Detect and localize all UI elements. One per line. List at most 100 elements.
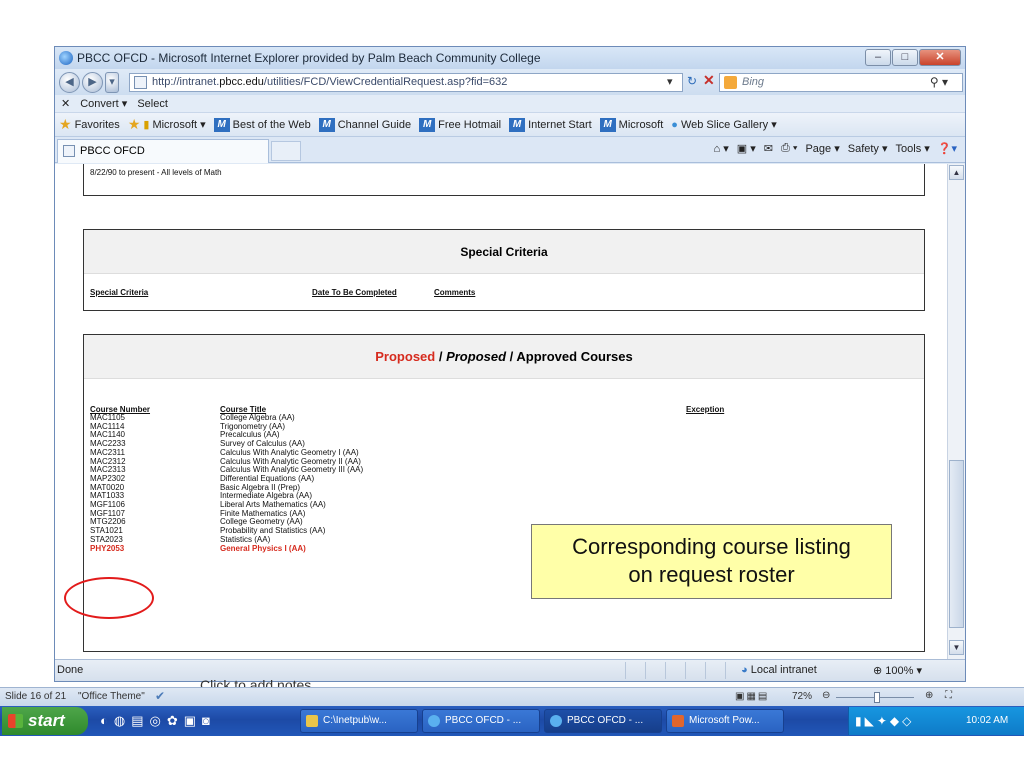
search-icon[interactable]: ⚲ ▾ (930, 74, 948, 91)
folder-icon (306, 715, 318, 727)
new-tab-button[interactable] (271, 141, 301, 161)
refresh-icon[interactable]: ↻ (687, 74, 697, 88)
task-label: C:\Inetpub\w... (323, 715, 387, 726)
ppt-zoom-level[interactable]: 72% (792, 691, 812, 702)
zoom-icon: ⊕ (873, 665, 883, 677)
slide-screenshot: PBCC OFCD - Microsoft Internet Explorer … (0, 0, 1024, 768)
tools-menu[interactable]: Tools ▾ (896, 142, 930, 155)
courses-heading: Proposed / Proposed / Approved Courses (84, 335, 924, 379)
msn-icon: M (509, 117, 526, 132)
fav-item-free-hotmail[interactable]: M Free Hotmail (419, 117, 502, 132)
scroll-thumb[interactable] (949, 460, 964, 628)
fit-to-window-icon[interactable]: ⛶ (945, 690, 952, 701)
notes-placeholder[interactable]: Click to add notes (200, 677, 311, 687)
fav-label: Free Hotmail (438, 118, 502, 131)
task-ie-2[interactable]: PBCC OFCD - ... (544, 709, 662, 733)
forward-button[interactable]: ▶ (82, 72, 103, 93)
fav-label: Web Slice Gallery ▾ (680, 119, 777, 131)
fav-item-microsoft-folder[interactable]: ★ ▮ Microsoft ▾ (128, 116, 206, 133)
search-placeholder: Bing (742, 76, 765, 88)
convert-button[interactable]: Convert ▾ (80, 97, 127, 110)
url-domain: pbcc.edu (219, 76, 264, 88)
status-divider (705, 662, 706, 679)
task-powerpoint[interactable]: Microsoft Pow... (666, 709, 784, 733)
task-ie-1[interactable]: PBCC OFCD - ... (422, 709, 540, 733)
status-text: Done (57, 664, 84, 676)
close-button[interactable]: ✕ (919, 49, 961, 66)
powerpoint-icon (672, 715, 684, 727)
task-explorer[interactable]: C:\Inetpub\w... (300, 709, 418, 733)
course-title-list: College Algebra (AA) Trigonometry (AA) P… (220, 413, 363, 553)
zone-label: Local intranet (750, 664, 817, 676)
web-slice-icon: ● (671, 118, 678, 131)
view-buttons-icon[interactable]: ▣▦▤ (735, 691, 769, 702)
search-input[interactable]: Bing ⚲ ▾ (719, 73, 963, 92)
spellcheck-icon[interactable]: ✔ (155, 689, 165, 703)
close-toolbar-icon[interactable]: ✕ (61, 97, 70, 110)
stop-icon[interactable]: ✕ (703, 72, 715, 89)
msn-icon: M (419, 117, 436, 132)
vertical-scrollbar[interactable]: ▲ ▼ (947, 164, 965, 659)
maximize-button[interactable]: □ (892, 49, 918, 66)
print-icon[interactable]: ⎙ ▾ (781, 142, 797, 155)
zoom-slider-knob[interactable] (874, 692, 880, 703)
tray-icons[interactable]: ▮◣✦◆◇ (855, 714, 914, 728)
mail-icon[interactable]: ✉ (764, 142, 773, 155)
system-tray: ▮◣✦◆◇ 10:02 AM (848, 707, 1024, 735)
status-divider (625, 662, 626, 679)
windows-taskbar: start ◐◍▤◎✿▣◙ C:\Inetpub\w... PBCC OFCD … (0, 706, 1024, 736)
tab-pbcc-ofcd[interactable]: PBCC OFCD (57, 139, 269, 163)
theme-name: "Office Theme" (78, 691, 145, 702)
safety-menu[interactable]: Safety ▾ (848, 142, 888, 155)
heading-proposed-2: Proposed (446, 349, 507, 364)
zoom-control[interactable]: ⊕ 100% ▾ (873, 664, 922, 677)
feeds-icon[interactable]: ▣ ▾ (737, 142, 756, 155)
start-button[interactable]: start (2, 707, 88, 735)
select-button[interactable]: Select (137, 98, 168, 110)
address-bar-row: ◀ ▶ ▾ http://intranet.pbcc.edu/utilities… (55, 69, 965, 95)
heading-separator: / (435, 349, 447, 364)
page-menu[interactable]: Page ▾ (805, 142, 839, 155)
scroll-down-icon[interactable]: ▼ (949, 640, 964, 655)
clock[interactable]: 10:02 AM (966, 715, 1008, 726)
history-dropdown-icon[interactable]: ▾ (105, 72, 119, 93)
fav-item-microsoft[interactable]: M Microsoft (599, 117, 664, 132)
special-criteria-heading: Special Criteria (84, 230, 924, 274)
add-favorite-icon: ★ (127, 116, 141, 132)
status-divider (725, 662, 726, 679)
start-label: start (28, 711, 65, 730)
task-label: Microsoft Pow... (689, 715, 760, 726)
home-icon[interactable]: ⌂ ▾ (714, 142, 729, 155)
quick-launch-icons[interactable]: ◐◍▤◎✿▣◙ (100, 713, 216, 729)
fav-item-internet-start[interactable]: M Internet Start (509, 117, 592, 132)
favorites-button[interactable]: ★ Favorites (59, 116, 120, 133)
help-icon[interactable]: ❓▾ (938, 142, 957, 155)
scroll-up-icon[interactable]: ▲ (949, 165, 964, 180)
security-zone[interactable]: ◕ Local intranet (741, 664, 817, 676)
task-label: PBCC OFCD - ... (567, 715, 644, 726)
title-bar: PBCC OFCD - Microsoft Internet Explorer … (55, 47, 965, 69)
fav-item-web-slice-gallery[interactable]: ● Web Slice Gallery ▾ (671, 118, 777, 132)
highlighted-course-number: PHY2053 (90, 543, 125, 553)
windows-logo-icon (8, 714, 23, 728)
msn-icon: M (213, 117, 230, 132)
ie-logo-icon (59, 51, 73, 65)
fav-item-best-of-web[interactable]: M Best of the Web (213, 117, 311, 132)
address-dropdown-icon[interactable]: ▾ (667, 75, 673, 88)
minimize-button[interactable]: – (865, 49, 891, 66)
fav-item-channel-guide[interactable]: M Channel Guide (318, 117, 412, 132)
courses-panel: Proposed / Proposed / Approved Courses C… (83, 334, 925, 652)
zoom-in-icon[interactable]: ⊕ (925, 690, 933, 701)
slide-top-margin (0, 0, 1024, 46)
highlighted-course-title: General Physics I (AA) (220, 543, 306, 553)
date-to-be-completed-col-header: Date To Be Completed (312, 288, 397, 297)
zoom-out-icon[interactable]: ⊖ (822, 690, 830, 701)
heading-proposed-1: Proposed (375, 349, 436, 364)
back-button[interactable]: ◀ (59, 72, 80, 93)
comments-col-header: Comments (434, 288, 476, 297)
address-input[interactable]: http://intranet.pbcc.edu/utilities/FCD/V… (129, 73, 683, 92)
task-label: PBCC OFCD - ... (445, 715, 522, 726)
slide-indicator: Slide 16 of 21 (5, 691, 67, 702)
fav-label: Microsoft (618, 118, 664, 131)
fav-label: Channel Guide (337, 118, 412, 131)
